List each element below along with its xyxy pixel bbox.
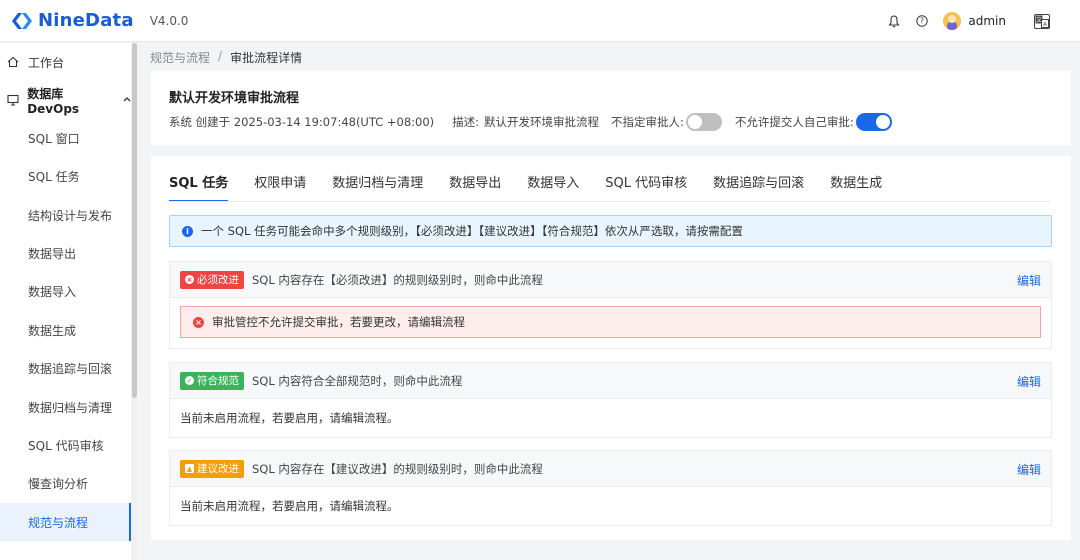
breadcrumb: 规范与流程 / 审批流程详情 xyxy=(150,49,302,66)
sidebar-item-label: 结构设计与发布 xyxy=(28,208,113,223)
info-alert: i 一个 SQL 任务可能会命中多个规则级别，【必须改进】【建议改进】【符合规范… xyxy=(169,215,1052,247)
chevron-up-icon xyxy=(123,95,131,105)
rule-header: ▲ 建议改进 SQL 内容存在【建议改进】的规则级别时，则命中此流程 编辑 xyxy=(170,451,1051,487)
rule-card-must-improve: × 必须改进 SQL 内容存在【必须改进】的规则级别时，则命中此流程 编辑 × … xyxy=(169,261,1052,349)
status-badge: × 必须改进 xyxy=(180,270,244,289)
no-self-approve-label: 不允许提交人自己审批: xyxy=(734,115,854,129)
sidebar-item-label: SQL 任务 xyxy=(28,169,80,184)
badge-label: 必须改进 xyxy=(197,274,239,286)
sidebar-scrollbar-thumb[interactable] xyxy=(132,43,137,398)
rule-card-suggest-improve: ▲ 建议改进 SQL 内容存在【建议改进】的规则级别时，则命中此流程 编辑 当前… xyxy=(169,450,1052,526)
sidebar-item-label: 规范与流程 xyxy=(28,515,89,530)
bell-icon[interactable] xyxy=(887,14,901,28)
rule-header: × 必须改进 SQL 内容存在【必须改进】的规则级别时，则命中此流程 编辑 xyxy=(170,262,1051,298)
sidebar-item-workbench[interactable]: 工作台 xyxy=(0,43,131,81)
bell-small-icon: ▲ xyxy=(185,464,194,473)
sidebar-item-label: SQL 代码审核 xyxy=(28,438,104,453)
close-circle-icon: × xyxy=(185,275,194,284)
top-header: NineData V4.0.0 ? admin 文A xyxy=(0,0,1080,42)
user-name[interactable]: admin xyxy=(968,14,1006,28)
sidebar-item-data-tracking[interactable]: 数据追踪与回滚 xyxy=(0,349,131,387)
error-alert: × 审批管控不允许提交审批，若要更改，请编辑流程 xyxy=(180,306,1041,338)
rule-card-compliant: ✓ 符合规范 SQL 内容符合全部规范时，则命中此流程 编辑 当前未启用流程，若… xyxy=(169,362,1052,438)
breadcrumb-parent[interactable]: 规范与流程 xyxy=(150,49,210,66)
description-value: 默认开发环境审批流程 xyxy=(484,115,600,129)
edit-link[interactable]: 编辑 xyxy=(1017,373,1041,390)
breadcrumb-current: 审批流程详情 xyxy=(230,51,303,65)
error-icon: × xyxy=(193,316,204,328)
status-badge: ✓ 符合规范 xyxy=(180,371,244,390)
app-name: NineData xyxy=(38,10,134,31)
sidebar-item-label: 数据库 DevOps xyxy=(27,86,80,116)
rule-description: SQL 内容存在【必须改进】的规则级别时，则命中此流程 xyxy=(252,272,543,287)
flow-meta-row: 系统 创建于 2025-03-14 19:07:48(UTC +08:00) 描… xyxy=(169,113,892,131)
badge-label: 建议改进 xyxy=(197,463,239,475)
description-label: 描述: xyxy=(452,115,480,129)
svg-text:?: ? xyxy=(920,17,924,26)
breadcrumb-separator: / xyxy=(218,49,223,63)
tab-divider xyxy=(169,201,1051,202)
sidebar-item-label: 数据导出 xyxy=(28,246,77,261)
tab-bar: SQL 任务 权限申请 数据归档与清理 数据导出 数据导入 SQL 代码审核 数… xyxy=(169,172,908,202)
status-badge: ▲ 建议改进 xyxy=(180,459,244,478)
tab-permission[interactable]: 权限申请 xyxy=(254,172,306,202)
edit-link[interactable]: 编辑 xyxy=(1017,461,1041,478)
language-icon[interactable]: 文A xyxy=(1034,13,1050,29)
rule-header: ✓ 符合规范 SQL 内容符合全部规范时，则命中此流程 编辑 xyxy=(170,363,1051,399)
edit-link[interactable]: 编辑 xyxy=(1017,272,1041,289)
avatar[interactable] xyxy=(943,12,962,30)
rule-body: 当前未启用流程，若要启用，请编辑流程。 xyxy=(180,499,399,513)
tab-sql-review[interactable]: SQL 代码审核 xyxy=(605,172,687,202)
sidebar-item-standards[interactable]: 规范与流程 xyxy=(0,503,131,541)
home-icon xyxy=(6,55,20,69)
sidebar-item-sql-review[interactable]: SQL 代码审核 xyxy=(0,426,131,464)
no-approver-toggle[interactable] xyxy=(685,113,722,131)
toggle-knob xyxy=(875,115,890,129)
check-circle-icon: ✓ xyxy=(185,376,194,385)
sidebar-item-sql-task[interactable]: SQL 任务 xyxy=(0,157,131,195)
rules-card: SQL 任务 权限申请 数据归档与清理 数据导出 数据导入 SQL 代码审核 数… xyxy=(151,156,1071,540)
no-approver-label: 不指定审批人: xyxy=(611,115,684,129)
version-label: V4.0.0 xyxy=(149,13,189,28)
rule-body: 当前未启用流程，若要启用，请编辑流程。 xyxy=(180,411,399,425)
tab-archive[interactable]: 数据归档与清理 xyxy=(332,172,423,202)
sidebar-item-label: 数据归档与清理 xyxy=(28,400,113,415)
info-alert-text: 一个 SQL 任务可能会命中多个规则级别，【必须改进】【建议改进】【符合规范】依… xyxy=(201,224,743,238)
badge-label: 符合规范 xyxy=(197,375,239,387)
sidebar-item-data-generate[interactable]: 数据生成 xyxy=(0,311,131,349)
sidebar-item-label: 数据生成 xyxy=(28,323,77,338)
monitor-icon xyxy=(6,93,19,107)
sidebar-item-sql-window[interactable]: SQL 窗口 xyxy=(0,119,131,157)
help-icon[interactable]: ? xyxy=(915,14,929,28)
rule-description: SQL 内容存在【建议改进】的规则级别时，则命中此流程 xyxy=(252,461,543,476)
no-self-approve-toggle[interactable] xyxy=(855,113,892,131)
tab-generate[interactable]: 数据生成 xyxy=(830,172,882,202)
sidebar-item-label: 慢查询分析 xyxy=(28,476,89,491)
sidebar-item-schema-design[interactable]: 结构设计与发布 xyxy=(0,196,131,234)
flow-info-card: 默认开发环境审批流程 系统 创建于 2025-03-14 19:07:48(UT… xyxy=(151,71,1071,145)
created-info: 系统 创建于 2025-03-14 19:07:48(UTC +08:00) xyxy=(169,115,435,129)
tab-import[interactable]: 数据导入 xyxy=(527,172,579,202)
logo[interactable]: NineData xyxy=(10,10,134,31)
sidebar-item-label: 数据导入 xyxy=(28,284,77,299)
sidebar-item-slow-query[interactable]: 慢查询分析 xyxy=(0,464,131,502)
sidebar-item-data-archive[interactable]: 数据归档与清理 xyxy=(0,388,131,426)
error-text: 审批管控不允许提交审批，若要更改，请编辑流程 xyxy=(212,315,465,329)
sidebar-item-label: 数据追踪与回滚 xyxy=(28,361,113,376)
svg-text:A: A xyxy=(1043,22,1047,28)
tab-export[interactable]: 数据导出 xyxy=(449,172,501,202)
info-icon: i xyxy=(182,225,193,237)
sidebar-item-data-import[interactable]: 数据导入 xyxy=(0,272,131,310)
sidebar-item-data-export[interactable]: 数据导出 xyxy=(0,234,131,272)
rule-description: SQL 内容符合全部规范时，则命中此流程 xyxy=(252,373,463,388)
toggle-knob xyxy=(687,115,702,129)
tab-sql-task[interactable]: SQL 任务 xyxy=(169,172,229,202)
page-title: 默认开发环境审批流程 xyxy=(169,91,300,106)
sidebar-item-label: SQL 窗口 xyxy=(28,131,80,146)
sidebar-item-label: 工作台 xyxy=(28,55,65,70)
sidebar-group-devops[interactable]: 数据库 DevOps xyxy=(0,81,131,119)
tab-tracking[interactable]: 数据追踪与回滚 xyxy=(713,172,804,202)
ninedata-logo-icon xyxy=(10,11,34,31)
sidebar: 工作台 数据库 DevOps SQL 窗口 SQL 任务 结构设计与发布 数据导… xyxy=(0,43,137,560)
